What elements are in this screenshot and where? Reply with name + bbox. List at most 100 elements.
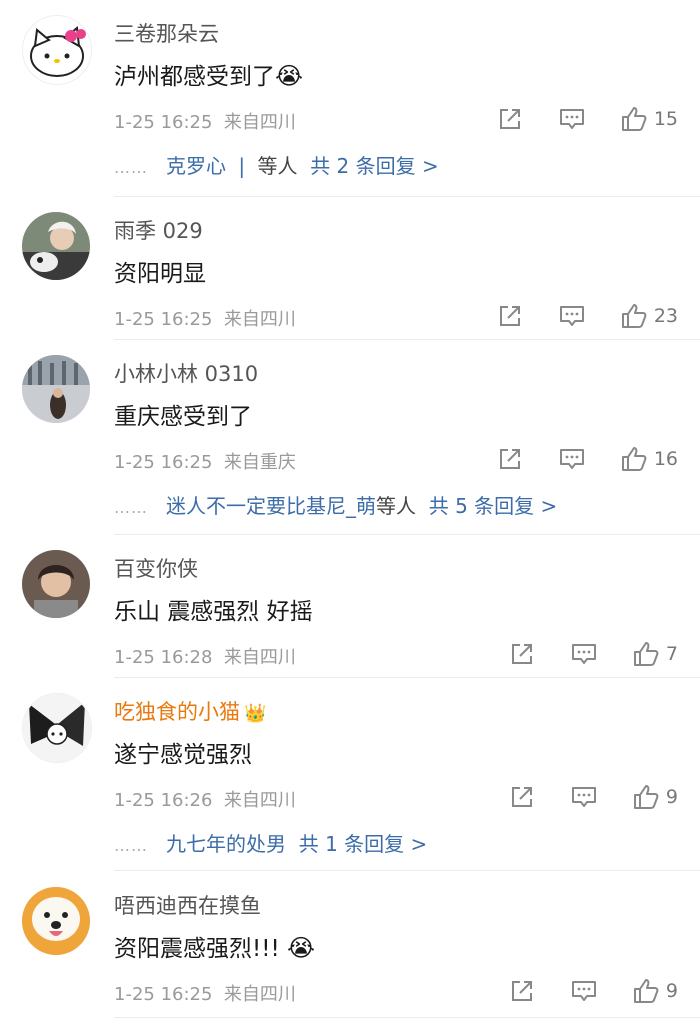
reply-count-link[interactable]: 共 2 条回复 > (310, 154, 439, 178)
like-button[interactable]: 23 (620, 302, 678, 330)
username[interactable]: 雨季 029 (114, 215, 203, 245)
username[interactable]: 百变你侠 (114, 553, 198, 583)
avatar[interactable] (22, 15, 92, 85)
divider (114, 534, 700, 535)
comment-button[interactable] (570, 977, 598, 1005)
comment-meta: 1-25 16:28 来自四川 (114, 647, 296, 668)
comment-actions: 23 (462, 301, 678, 331)
reply-summary[interactable]: …… 克罗心 | 等人 共 2 条回复 > (114, 150, 439, 179)
thumbs-up-icon (633, 642, 659, 666)
comment-text: 泸州都感受到了😭 (114, 62, 304, 90)
like-count: 23 (653, 305, 678, 327)
comment-actions: 9 (474, 782, 678, 812)
username[interactable]: 小林小林 0310 (114, 358, 258, 388)
reply-summary[interactable]: …… 九七年的处男 共 1 条回复 > (114, 828, 427, 857)
thumbs-up-icon (621, 447, 647, 471)
share-button[interactable] (496, 445, 524, 473)
avatar[interactable] (22, 212, 90, 280)
thumbs-up-icon (633, 785, 659, 809)
like-count: 9 (665, 786, 678, 808)
share-icon (499, 449, 520, 469)
divider (114, 677, 700, 678)
comment-text: 资阳明显 (114, 261, 206, 287)
share-icon (499, 109, 520, 129)
username[interactable]: 吃独食的小猫 👑 (114, 696, 266, 726)
comment-button[interactable] (558, 105, 586, 133)
thumbs-up-icon (621, 107, 647, 131)
comment-actions: 15 (462, 104, 678, 134)
reply-names[interactable]: 九七年的处男 (166, 832, 286, 856)
avatar[interactable] (22, 887, 90, 955)
comment-text: 重庆感受到了 (114, 404, 252, 430)
dots: …… (114, 158, 148, 177)
user-photo-icon (22, 550, 90, 618)
share-button[interactable] (508, 783, 536, 811)
like-count: 15 (653, 108, 678, 130)
like-button[interactable]: 9 (632, 783, 678, 811)
comment-actions: 16 (462, 444, 678, 474)
comment-list: 三卷那朵云 泸州都感受到了😭 1-25 16:25 来自四川 15 …… 克罗心 … (0, 0, 700, 1025)
comment-actions: 7 (474, 639, 678, 669)
reply-names[interactable]: 克罗心 (166, 154, 226, 178)
crying-emoji-icon: 😭 (275, 62, 304, 90)
comment-meta: 1-25 16:25 来自四川 (114, 984, 296, 1005)
comment-button[interactable] (558, 445, 586, 473)
comment-icon (559, 449, 584, 469)
comment-text: 乐山 震感强烈 好摇 (114, 599, 313, 625)
like-button[interactable]: 7 (632, 640, 678, 668)
like-count: 16 (653, 448, 678, 470)
comment-icon (571, 981, 596, 1001)
like-button[interactable]: 16 (620, 445, 678, 473)
divider (114, 196, 700, 197)
avatar[interactable] (22, 693, 92, 763)
comment-button[interactable] (570, 783, 598, 811)
comment-text: 遂宁感觉强烈 (114, 742, 252, 768)
comment-icon (571, 787, 596, 807)
hello-kitty-avatar-icon (30, 26, 86, 77)
comment-meta: 1-25 16:25 来自重庆 (114, 452, 296, 473)
username[interactable]: 唔西迪西在摸鱼 (114, 890, 261, 920)
thumbs-up-icon (621, 304, 647, 328)
user-photo-icon (22, 212, 90, 280)
thumbs-up-icon (633, 979, 659, 1003)
reply-count-link[interactable]: 共 5 条回复 > (429, 494, 558, 518)
dots: …… (114, 498, 148, 517)
comment-meta: 1-25 16:25 来自四川 (114, 309, 296, 330)
divider (114, 1017, 700, 1018)
comment-icon (571, 644, 596, 664)
share-icon (511, 644, 532, 664)
avatar[interactable] (22, 550, 90, 618)
crown-icon: 👑 (244, 703, 267, 724)
like-button[interactable]: 9 (632, 977, 678, 1005)
share-icon (499, 306, 520, 326)
share-button[interactable] (508, 977, 536, 1005)
comment-icon (559, 306, 584, 326)
comment-text: 资阳震感强烈!!! 😭 (114, 934, 316, 962)
comment-button[interactable] (558, 302, 586, 330)
share-icon (511, 981, 532, 1001)
reply-names[interactable]: 迷人不一定要比基尼_萌 (166, 494, 376, 518)
avatar[interactable] (22, 355, 90, 423)
anime-avatar-icon (23, 694, 91, 762)
like-count: 7 (665, 643, 678, 665)
share-button[interactable] (496, 105, 524, 133)
crying-emoji-icon: 😭 (286, 934, 316, 962)
comment-actions: 9 (474, 976, 678, 1006)
username[interactable]: 三卷那朵云 (114, 18, 219, 48)
share-icon (511, 787, 532, 807)
divider (114, 339, 700, 340)
user-photo-icon (22, 355, 90, 423)
divider (114, 870, 700, 871)
comment-meta: 1-25 16:25 来自四川 (114, 112, 296, 133)
share-button[interactable] (496, 302, 524, 330)
dog-avatar-icon (22, 887, 90, 955)
like-count: 9 (665, 980, 678, 1002)
dots: …… (114, 836, 148, 855)
reply-count-link[interactable]: 共 1 条回复 > (299, 832, 428, 856)
reply-summary[interactable]: …… 迷人不一定要比基尼_萌等人 共 5 条回复 > (114, 490, 557, 519)
share-button[interactable] (508, 640, 536, 668)
comment-button[interactable] (570, 640, 598, 668)
comment-meta: 1-25 16:26 来自四川 (114, 790, 296, 811)
like-button[interactable]: 15 (620, 105, 678, 133)
comment-icon (559, 109, 584, 129)
